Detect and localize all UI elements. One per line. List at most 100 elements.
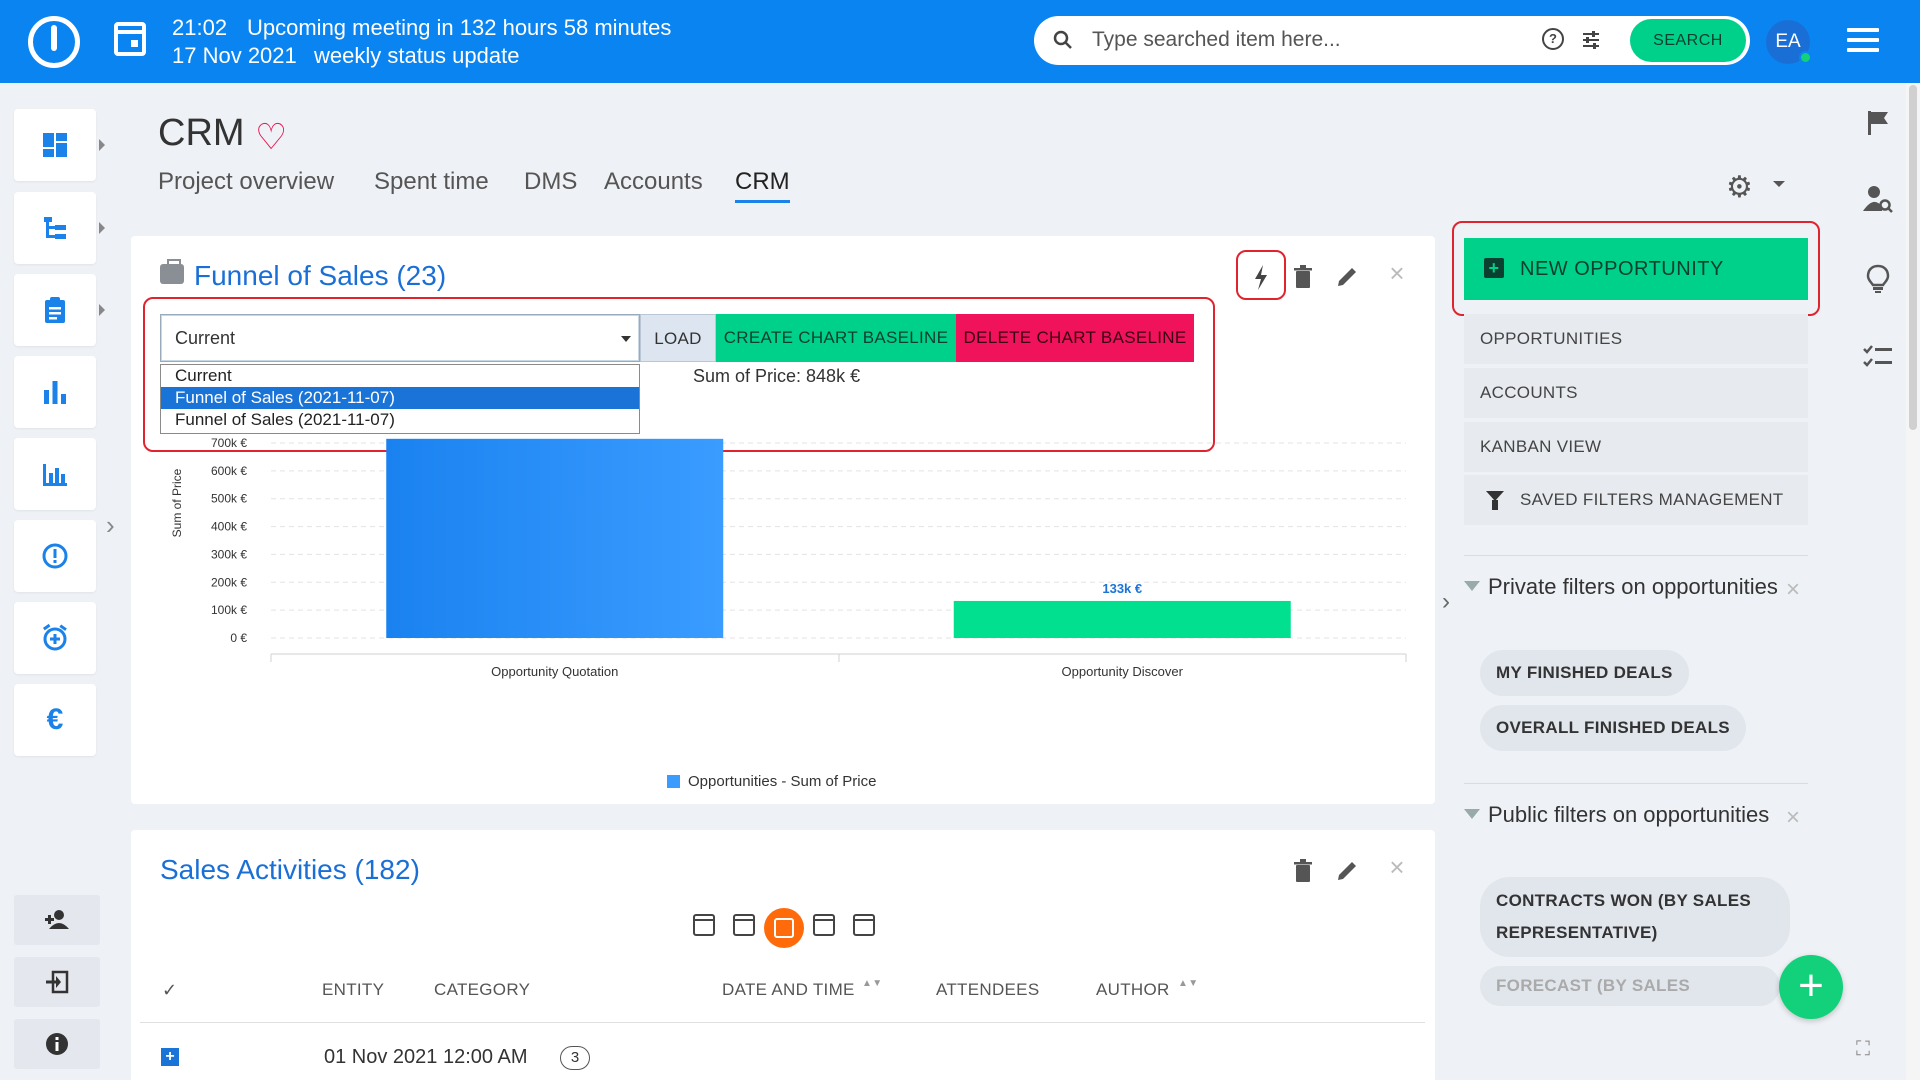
sort-icon[interactable]: ▲▼ bbox=[1178, 978, 1198, 989]
checklist-icon[interactable] bbox=[1862, 341, 1894, 373]
expand-row-icon[interactable]: + bbox=[161, 1048, 179, 1066]
user-avatar[interactable]: EA bbox=[1766, 20, 1812, 64]
y-tick-label: 600k € bbox=[211, 464, 247, 478]
sales-activities-title[interactable]: Sales Activities (182) bbox=[160, 854, 420, 886]
tab-project-overview[interactable]: Project overview bbox=[158, 168, 334, 196]
add-fab-button[interactable]: + bbox=[1779, 955, 1843, 1019]
close-icon[interactable]: × bbox=[1786, 804, 1800, 832]
delete-baseline-button[interactable]: DELETE CHART BASELINE bbox=[956, 314, 1194, 362]
new-opportunity-label: NEW OPPORTUNITY bbox=[1520, 258, 1724, 280]
search-input[interactable] bbox=[1092, 24, 1532, 56]
add-user-button[interactable] bbox=[14, 895, 100, 945]
flag-icon[interactable] bbox=[1862, 107, 1894, 139]
baseline-select[interactable]: Current bbox=[160, 314, 640, 362]
filter-my-finished-deals[interactable]: MY FINISHED DEALS bbox=[1480, 650, 1689, 696]
meeting-date: 17 Nov 2021 bbox=[172, 43, 297, 68]
y-tick-label: 100k € bbox=[211, 603, 247, 617]
filter-settings-icon[interactable] bbox=[1580, 29, 1602, 51]
menu-label: OPPORTUNITIES bbox=[1480, 329, 1623, 348]
calendar-icon[interactable] bbox=[114, 22, 146, 56]
sidebar-toggle-icon[interactable]: › bbox=[106, 510, 115, 541]
lightbulb-icon[interactable] bbox=[1862, 263, 1894, 295]
legend-label: Opportunities - Sum of Price bbox=[688, 773, 876, 790]
x-tick-label: Opportunity Discover bbox=[1062, 664, 1184, 679]
column-author[interactable]: AUTHOR bbox=[1096, 980, 1170, 1000]
menu-accounts[interactable]: ACCOUNTS bbox=[1464, 368, 1808, 418]
load-button[interactable]: LOAD bbox=[640, 314, 716, 362]
tab-spent-time[interactable]: Spent time bbox=[374, 168, 489, 196]
calendar-year-icon[interactable] bbox=[853, 914, 875, 936]
app-logo-icon[interactable] bbox=[28, 16, 80, 68]
trash-icon[interactable] bbox=[1288, 262, 1318, 292]
chevron-down-icon bbox=[621, 336, 631, 342]
dropdown-option[interactable]: Current bbox=[161, 365, 639, 387]
plus-square-icon: + bbox=[1484, 258, 1504, 278]
chevron-down-icon[interactable] bbox=[1773, 181, 1785, 187]
filter-icon bbox=[1486, 491, 1504, 510]
divider bbox=[140, 1022, 1425, 1023]
tab-crm[interactable]: CRM bbox=[735, 168, 790, 203]
fullscreen-icon[interactable]: ⛶ bbox=[1856, 1038, 1870, 1061]
y-tick-label: 300k € bbox=[211, 547, 247, 561]
tab-dms[interactable]: DMS bbox=[524, 168, 577, 196]
y-axis-label: Sum of Price bbox=[170, 468, 184, 537]
edit-pencil-icon[interactable] bbox=[1332, 856, 1362, 886]
logout-button[interactable] bbox=[14, 957, 100, 1007]
filter-forecast[interactable]: FORECAST (BY SALES bbox=[1480, 966, 1780, 1006]
dropdown-option[interactable]: Funnel of Sales (2021-11-07) bbox=[161, 387, 639, 409]
favorite-heart-icon[interactable]: ♡ bbox=[255, 116, 287, 158]
column-attendees[interactable]: ATTENDEES bbox=[936, 980, 1039, 1000]
close-icon[interactable]: × bbox=[1382, 258, 1412, 288]
tasks-button[interactable] bbox=[14, 274, 105, 346]
funnel-title[interactable]: Funnel of Sales (23) bbox=[194, 260, 446, 292]
help-icon[interactable]: ? bbox=[1542, 28, 1564, 50]
filter-contracts-won[interactable]: CONTRACTS WON (BY SALES REPRESENTATIVE) bbox=[1480, 877, 1790, 957]
gear-icon[interactable]: ⚙ bbox=[1726, 170, 1753, 205]
dashboard-button[interactable] bbox=[14, 109, 105, 181]
user-search-icon[interactable] bbox=[1862, 183, 1894, 215]
column-date-and-time[interactable]: DATE AND TIME bbox=[722, 980, 855, 1000]
tree-button[interactable] bbox=[14, 192, 105, 264]
x-tick-label: Opportunity Quotation bbox=[491, 664, 618, 679]
lightning-icon[interactable] bbox=[1246, 262, 1276, 292]
calendar-month-icon[interactable] bbox=[813, 914, 835, 936]
close-icon[interactable]: × bbox=[1786, 576, 1800, 604]
filter-icon bbox=[1464, 581, 1480, 591]
issues-button[interactable] bbox=[14, 520, 96, 592]
menu-label: SAVED FILTERS MANAGEMENT bbox=[1520, 490, 1784, 509]
menu-kanban-view[interactable]: KANBAN VIEW bbox=[1464, 422, 1808, 472]
create-baseline-button[interactable]: CREATE CHART BASELINE bbox=[716, 314, 956, 362]
reminders-button[interactable] bbox=[14, 602, 96, 674]
menu-saved-filters-management[interactable]: SAVED FILTERS MANAGEMENT bbox=[1464, 475, 1808, 525]
column-category[interactable]: CATEGORY bbox=[434, 980, 530, 1000]
dropdown-option[interactable]: Funnel of Sales (2021-11-07) bbox=[161, 409, 639, 431]
upcoming-meeting[interactable]: 21:02 Upcoming meeting in 132 hours 58 mi… bbox=[172, 14, 671, 70]
chevron-right-icon[interactable]: › bbox=[1442, 588, 1450, 616]
info-button[interactable] bbox=[14, 1019, 100, 1069]
close-icon[interactable]: × bbox=[1382, 852, 1412, 882]
calendar-active-icon[interactable] bbox=[764, 908, 804, 948]
divider bbox=[1464, 783, 1808, 784]
page-scrollbar[interactable] bbox=[1906, 83, 1920, 1080]
sort-icon[interactable]: ▲▼ bbox=[862, 978, 882, 989]
bar bbox=[953, 600, 1291, 638]
alarm-clock-icon bbox=[42, 624, 67, 651]
reports-button[interactable] bbox=[14, 356, 96, 428]
search-button[interactable]: SEARCH bbox=[1630, 19, 1746, 62]
sum-of-price: Sum of Price: 848k € bbox=[693, 366, 861, 386]
calendar-week-icon[interactable] bbox=[733, 914, 755, 936]
edit-pencil-icon[interactable] bbox=[1332, 262, 1362, 292]
column-entity[interactable]: ENTITY bbox=[322, 980, 384, 1000]
trash-icon[interactable] bbox=[1288, 856, 1318, 886]
public-filters-title: Public filters on opportunities bbox=[1464, 801, 1784, 828]
tab-accounts[interactable]: Accounts bbox=[604, 168, 703, 196]
menu-opportunities[interactable]: OPPORTUNITIES bbox=[1464, 314, 1808, 364]
checkmark-icon[interactable]: ✓ bbox=[162, 980, 177, 1001]
new-opportunity-button[interactable]: + NEW OPPORTUNITY bbox=[1464, 238, 1808, 300]
analytics-button[interactable] bbox=[14, 438, 96, 510]
finance-button[interactable]: € bbox=[14, 684, 96, 756]
group-date: 01 Nov 2021 12:00 AM bbox=[324, 1046, 528, 1068]
hamburger-menu-icon[interactable] bbox=[1847, 28, 1879, 52]
calendar-day-icon[interactable] bbox=[693, 914, 715, 936]
filter-overall-finished-deals[interactable]: OVERALL FINISHED DEALS bbox=[1480, 705, 1746, 751]
